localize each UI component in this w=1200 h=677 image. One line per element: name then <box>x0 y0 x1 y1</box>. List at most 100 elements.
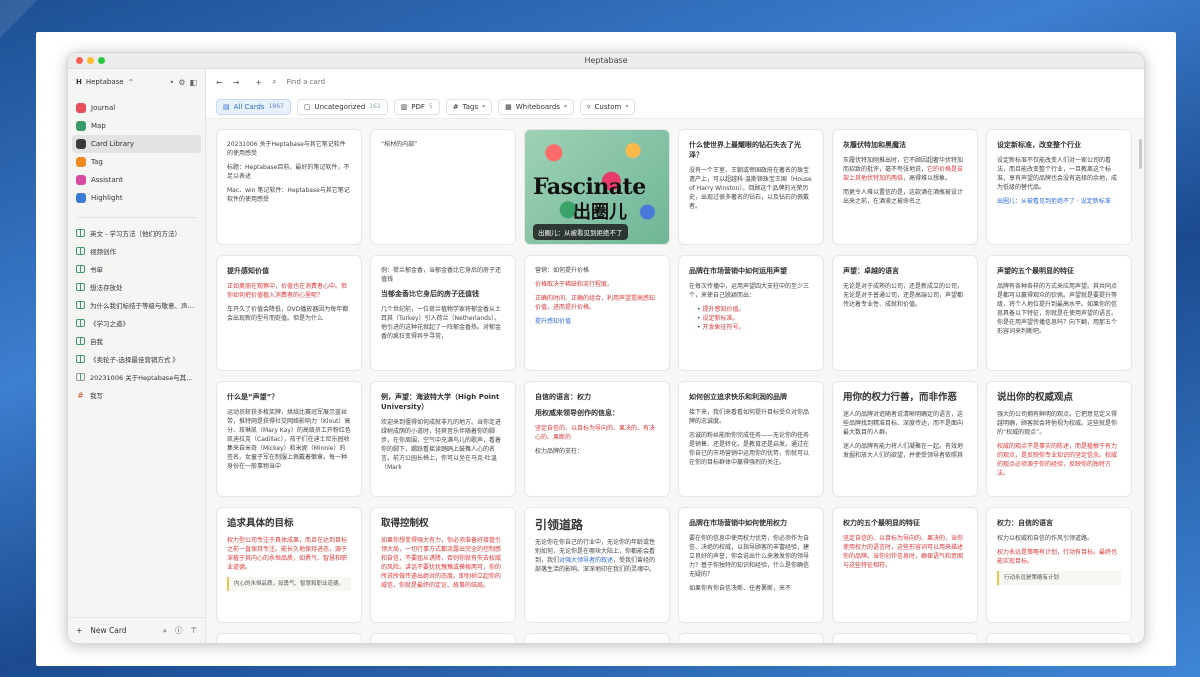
scrollbar[interactable] <box>1139 139 1142 169</box>
card[interactable]: 追求具体的目标 权力型公司专注于具体成果，而且在达到目标之前一直保持专注。能长久… <box>216 507 362 623</box>
card-text: 运动员斩获多枚奖牌，烘焙比赛冠军展示蓝丝带，推特网是获得社交网络影响力（Klou… <box>227 409 351 470</box>
pdf-cover-card[interactable]: Fascinate 出圈儿 出圈儿：从被看见到拒绝不了 <box>524 129 670 245</box>
card-icon <box>76 373 85 381</box>
nav-tag[interactable]: Tag <box>68 153 205 171</box>
plus-icon[interactable]: + <box>76 626 82 635</box>
add-icon[interactable]: + <box>255 78 262 87</box>
card[interactable]: 自信的语言：权力 用权威来领导创作的信息： 坚定自信的、以目标为导向的、果决的、… <box>524 381 670 497</box>
filter-count: 162 <box>369 103 381 110</box>
help-icon[interactable]: ⓘ <box>175 625 183 636</box>
zoom-window-button[interactable] <box>98 57 105 64</box>
card[interactable]: 例，声望：海波特大学（High Point University） 欢迎来到僵得… <box>370 381 516 497</box>
workspace-name[interactable]: Heptabase <box>86 78 124 86</box>
card[interactable]: 20231006 关于Heptabase与其它笔记软件的使用感受 标题：Hept… <box>216 129 362 245</box>
whiteboard-icon <box>76 355 85 363</box>
card-text: 而更令人难以置信的是，这款酒在酒瓶被设计出来之前，在酒液之被命名之 <box>843 189 964 205</box>
uncategorized-filter[interactable]: ▢ Uncategorized 162 <box>296 98 388 115</box>
tags-filter[interactable]: # Tags ▾ <box>445 98 493 115</box>
card[interactable]: 如何创立追求快乐和利润的品牌 接下来，我们来看看如何提升目标受众对你品牌的忠诚度… <box>678 381 824 497</box>
forward-arrow-icon[interactable]: → <box>233 78 240 87</box>
card[interactable] <box>216 633 362 643</box>
settings-gear-icon[interactable]: ⚙ <box>178 78 185 87</box>
card[interactable] <box>832 633 978 643</box>
minimize-window-button[interactable] <box>87 57 94 64</box>
sidebar-page[interactable]: 自我 <box>68 332 205 350</box>
sidebar-page[interactable]: 《学习之道》 <box>68 314 205 332</box>
pinned-pages: 英文 - 学习方法（他们的方法） 视频创作 书单 想法存放处 为什么我们标结于等… <box>68 224 205 404</box>
nav-label: Map <box>91 122 106 130</box>
sidebar-page[interactable]: 视频创作 <box>68 242 205 260</box>
card-text: 忠诚的粉丝能助你完成任务——无论你的任务是销售、还是转化，是教育还是启发。通过在… <box>689 432 810 466</box>
card[interactable] <box>986 633 1132 643</box>
nav-assistant[interactable]: Assistant <box>68 171 205 189</box>
card[interactable]: 什么是“声望”？ 运动员斩获多枚奖牌，烘焙比赛冠军展示蓝丝带，推特网是获得社交网… <box>216 381 362 497</box>
card[interactable] <box>524 633 670 643</box>
nav-label: Card Library <box>91 140 135 148</box>
nav-journal[interactable]: Journal <box>68 99 205 117</box>
whiteboards-filter[interactable]: ▦ Whiteboards ▾ <box>498 98 574 115</box>
nav-map[interactable]: Map <box>68 117 205 135</box>
cover-title: Fascinate <box>533 174 646 200</box>
card[interactable]: 用你的权力行善，而非作恶 迷人的品牌对追随者说清晰明确定的语言，这些品牌找到精准… <box>832 381 978 497</box>
title-bar: Heptabase <box>68 53 1144 69</box>
page-label: 我写 <box>90 392 103 400</box>
nav-label: Highlight <box>91 194 123 202</box>
card-title: 什么是“声望”？ <box>227 393 279 401</box>
card[interactable]: 声望：卓越的语言 无论是对于成熟的公司，还是新成立的公司，无论是对于普通公司，还… <box>832 255 978 371</box>
sidebar-page[interactable]: 书单 <box>68 260 205 278</box>
filter-label: Whiteboards <box>515 102 560 111</box>
all-cards-filter[interactable]: ▤ All Cards 1867 <box>216 98 291 115</box>
card-text: 标题：Heptabase目前，最好的笔记软件，不足以表述 <box>227 164 350 180</box>
chevron-down-icon: ▾ <box>625 103 629 110</box>
search-icon[interactable]: ⌕ <box>163 626 167 636</box>
sidebar-page[interactable]: 英文 - 学习方法（他们的方法） <box>68 224 205 242</box>
card-link[interactable]: 出圈儿：从被看见到拒绝不了 · 设定新标准 <box>997 197 1121 206</box>
card-text: 权威的观点不是事实的陈述，而是植根于有力的观点，是反映你专业知识的坚定信念。权威… <box>997 443 1118 477</box>
tag-icon <box>76 157 86 167</box>
card[interactable]: 例：荷兰郁金香，当郁金香比它身后的房子还值钱 当郁金香比它身后的房子还值钱 几个… <box>370 255 516 371</box>
card[interactable]: “棺材的内部” <box>370 129 516 245</box>
card[interactable]: 引领道路 无论你在你自己的行业中，无论你的年龄或性别如何，无论你是在哪块大陆上，… <box>524 507 670 623</box>
card-text: 权力型公司专注于具体成果，而且在达到目标之前一直保持专注。能长久地保持进态，源于… <box>227 537 348 571</box>
card[interactable]: 说出你的权威观点 强大的公司拥有鲜明的观点。它把意见定义得越明确，顾客就会将他视… <box>986 381 1132 497</box>
card-link[interactable]: 对强大领导者的叙述 <box>559 557 613 564</box>
card[interactable]: 权力的五个最明显的特征 坚定自信的、以目标为导向的、果决的，当你使用权力的语言时… <box>832 507 978 623</box>
card[interactable]: 营销：如何提升价格 价格取决于稀缺和流行程度。 正确的时间、正确的组合，利用声望… <box>524 255 670 371</box>
card-text: 在每次传播中，运用声望四大支柱中的至少三个，来使自己脱颖而出： <box>689 283 810 299</box>
sidebar-page[interactable]: 想法存放处 <box>68 278 205 296</box>
card-link[interactable]: 提升感知价值 <box>535 317 659 326</box>
card-title: 设定新标准，改变整个行业 <box>997 141 1081 149</box>
custom-filter[interactable]: ▿ Custom ▾ <box>580 98 636 115</box>
card[interactable]: 声望的五个最明显的特征 品牌有各种各样的方式来应用声望。其共同点是都可以赢得观众… <box>986 255 1132 371</box>
sidebar-page[interactable]: 为什么我们标结于等级与敬意、声… <box>68 296 205 314</box>
card[interactable]: 什么使世界上最耀眼的钻石失去了光泽？ 没有一个王室、王朝或帝国政府在著名的珠宝遗… <box>678 129 824 245</box>
card[interactable]: 品牌在市场营销中如何运用声望 在每次传播中，运用声望四大支柱中的至少三个，来使自… <box>678 255 824 371</box>
sidebar-page[interactable]: 《卖轮子-选择最佳营销方式 》 <box>68 350 205 368</box>
card-title: 用你的权力行善，而非作恶 <box>843 392 958 403</box>
card[interactable]: 权力：自信的语言 权力以权威和自信的作风引领道路。 权力永远是策略有计划，行动有… <box>986 507 1132 623</box>
card[interactable]: 取得控制权 如果你想变得强大有力，你必须准备好接管引领大局，一切行事方式都流露出… <box>370 507 516 623</box>
sidebar-page[interactable]: # 我写 <box>68 386 205 404</box>
close-window-button[interactable] <box>76 57 83 64</box>
card[interactable]: 品牌在市场营销中如何使用权力 要在你的信息中使用权力优势，你必须作为自信、决绝的… <box>678 507 824 623</box>
sidebar: H Heptabase ⌃ • ⚙ ◧ Journal Map Card Lib… <box>68 69 206 643</box>
chevron-updown-icon[interactable]: ⌃ <box>128 78 135 87</box>
pdf-filter[interactable]: ▥ PDF 5 <box>393 98 440 115</box>
pin-icon[interactable]: ⊤ <box>190 626 197 635</box>
nav-label: Tag <box>91 158 103 166</box>
workspace-header: H Heptabase ⌃ • ⚙ ◧ <box>68 69 205 95</box>
page-label: 自我 <box>90 338 103 346</box>
new-card-button[interactable]: New Card <box>90 626 154 635</box>
sidebar-page[interactable]: 20231006 关于Heptabase与其… <box>68 368 205 386</box>
card[interactable]: 灰履伏特加和黑魔法 灰履伏特加刚推出时，它不顾因超奢华伏特加而招致的批评，毫不夸… <box>832 129 978 245</box>
nav-label: Assistant <box>91 176 123 184</box>
card[interactable]: 设定新标准，改变整个行业 设定新标准不仅能改变人们对一家公司的看法，而且能改变整… <box>986 129 1132 245</box>
nav-card-library[interactable]: Card Library <box>72 135 201 153</box>
nav-highlight[interactable]: Highlight <box>68 189 205 207</box>
back-arrow-icon[interactable]: ← <box>216 78 223 87</box>
card[interactable] <box>678 633 824 643</box>
find-card-input[interactable] <box>286 78 487 86</box>
card[interactable]: 提升感知价值 正如奥丽在观察中，价值也在消费者心中。但你如何把价值植入消费者的心… <box>216 255 362 371</box>
card[interactable] <box>370 633 516 643</box>
toggle-sidebar-icon[interactable]: ◧ <box>189 78 197 87</box>
